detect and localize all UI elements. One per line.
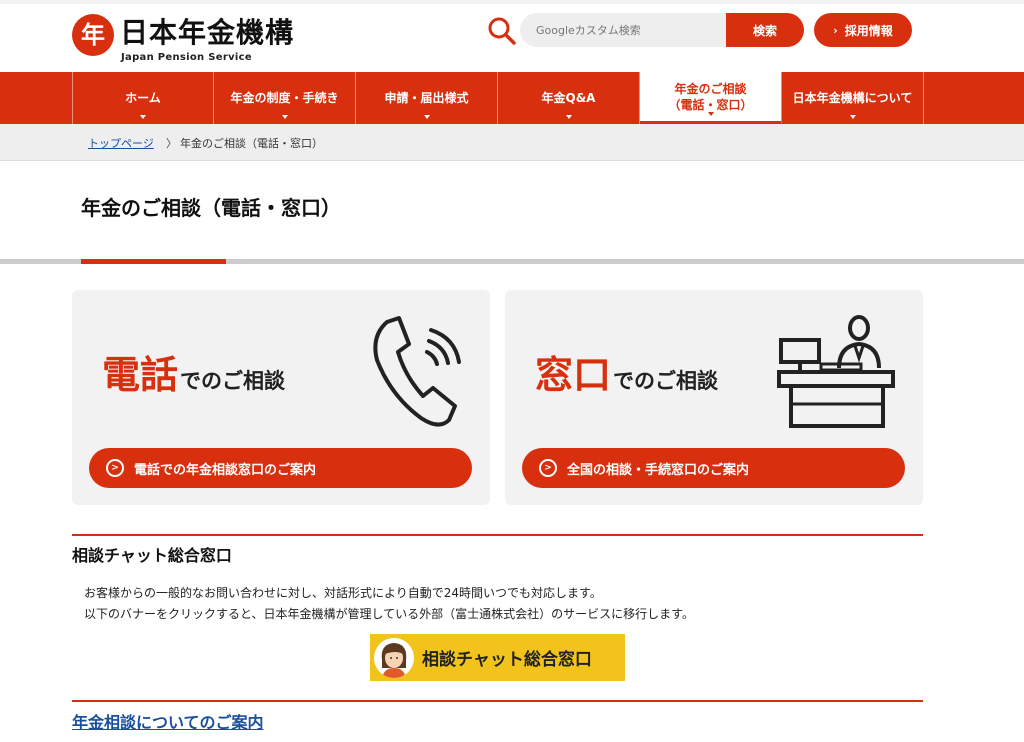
chat-section-title: 相談チャット総合窓口 xyxy=(72,546,232,565)
recruit-button-label: 採用情報 xyxy=(844,23,893,38)
caret-down-icon xyxy=(707,112,714,116)
telephone-consult-button-label: 電話での年金相談窓口のご案内 xyxy=(134,462,317,478)
nav-item-label: ホーム xyxy=(125,91,161,105)
chat-section-divider xyxy=(72,534,923,536)
nav-item-system[interactable]: 年金の制度・手続き xyxy=(214,72,356,124)
nav-item-about[interactable]: 日本年金機構について xyxy=(782,72,924,124)
nav-item-home[interactable]: ホーム xyxy=(72,72,214,124)
search-icon xyxy=(488,17,516,45)
global-nav-list: ホーム 年金の制度・手続き 申請・届出様式 年金Q&A 年金のご相談 （電話・窓… xyxy=(72,72,924,124)
window-card-heading: 窓口でのご相談 xyxy=(535,344,718,399)
nav-item-forms[interactable]: 申請・届出様式 xyxy=(356,72,498,124)
chat-description-line1: お客様からの一般的なお問い合わせに対し、対話形式により自動で24時間いつでも対応… xyxy=(84,586,602,600)
telephone-card-heading: 電話でのご相談 xyxy=(102,344,285,399)
caret-down-icon xyxy=(423,115,430,119)
counter-desk-icon xyxy=(777,315,895,428)
caret-down-icon xyxy=(565,115,572,119)
site-header: 年 日本年金機構 Japan Pension Service 検索 › 採用情報 xyxy=(0,0,1024,72)
breadcrumb-current: 年金のご相談（電話・窓口） xyxy=(180,137,323,150)
logo-text-en: Japan Pension Service xyxy=(121,52,252,63)
caret-down-icon xyxy=(281,115,288,119)
nav-item-label: 年金のご相談 xyxy=(674,81,747,96)
page-title: 年金のご相談（電話・窓口） xyxy=(81,196,341,220)
title-accent-bar xyxy=(81,259,226,264)
breadcrumb: トップページ 〉 年金のご相談（電話・窓口） xyxy=(0,124,1024,161)
nav-item-qa[interactable]: 年金Q&A xyxy=(498,72,640,124)
window-consult-button[interactable]: > 全国の相談・手続窓口のご案内 xyxy=(522,448,905,488)
chat-banner[interactable]: 相談チャット総合窓口 xyxy=(370,634,625,681)
breadcrumb-separator: 〉 xyxy=(166,137,177,150)
search-button[interactable]: 検索 xyxy=(726,13,804,47)
global-nav: ホーム 年金の制度・手続き 申請・届出様式 年金Q&A 年金のご相談 （電話・窓… xyxy=(0,72,1024,124)
caret-down-icon xyxy=(849,115,856,119)
nav-item-label: 日本年金機構について xyxy=(792,91,913,105)
window-consult-card: 窓口でのご相談 > 全国の相談・手続窓口のご案内 xyxy=(505,290,923,505)
logo-mark-icon: 年 xyxy=(72,14,114,56)
search-input[interactable] xyxy=(520,13,726,47)
telephone-heading-big: 電話 xyxy=(102,353,179,397)
chat-banner-label: 相談チャット総合窓口 xyxy=(422,650,592,670)
nav-item-consult[interactable]: 年金のご相談 （電話・窓口） xyxy=(640,72,782,124)
recruit-button[interactable]: › 採用情報 xyxy=(814,13,912,47)
chevron-right-icon: > xyxy=(539,459,557,477)
window-heading-small: でのご相談 xyxy=(613,369,719,393)
logo-mark-char: 年 xyxy=(81,20,105,49)
nav-item-label: 申請・届出様式 xyxy=(384,91,469,105)
pension-consult-info-link[interactable]: 年金相談についてのご案内 xyxy=(72,709,264,733)
telephone-consult-card: 電話でのご相談 > 電話での年金相談窓口のご案内 xyxy=(72,290,490,505)
caret-down-icon xyxy=(140,115,146,119)
nav-item-label: 年金の制度・手続き xyxy=(230,91,339,105)
telephone-icon xyxy=(373,316,461,427)
logo-text: 日本年金機構 xyxy=(120,16,295,49)
chevron-right-icon: › xyxy=(833,23,838,37)
consult-section-divider xyxy=(72,700,923,702)
chevron-right-icon: > xyxy=(106,459,124,477)
operator-avatar-icon xyxy=(374,637,414,678)
chat-description-line2: 以下のバナーをクリックすると、日本年金機構が管理している外部（富士通株式会社）の… xyxy=(84,607,694,621)
breadcrumb-home-link[interactable]: トップページ xyxy=(88,135,154,151)
window-heading-big: 窓口 xyxy=(535,353,612,397)
top-line xyxy=(0,0,1024,4)
telephone-heading-small: でのご相談 xyxy=(180,369,286,393)
telephone-consult-button[interactable]: > 電話での年金相談窓口のご案内 xyxy=(89,448,472,488)
window-consult-button-label: 全国の相談・手続窓口のご案内 xyxy=(567,462,750,478)
nav-item-label-line2: （電話・窓口） xyxy=(668,97,753,112)
nav-item-label: 年金Q&A xyxy=(541,91,596,105)
site-logo[interactable]: 年 日本年金機構 Japan Pension Service xyxy=(72,12,312,64)
